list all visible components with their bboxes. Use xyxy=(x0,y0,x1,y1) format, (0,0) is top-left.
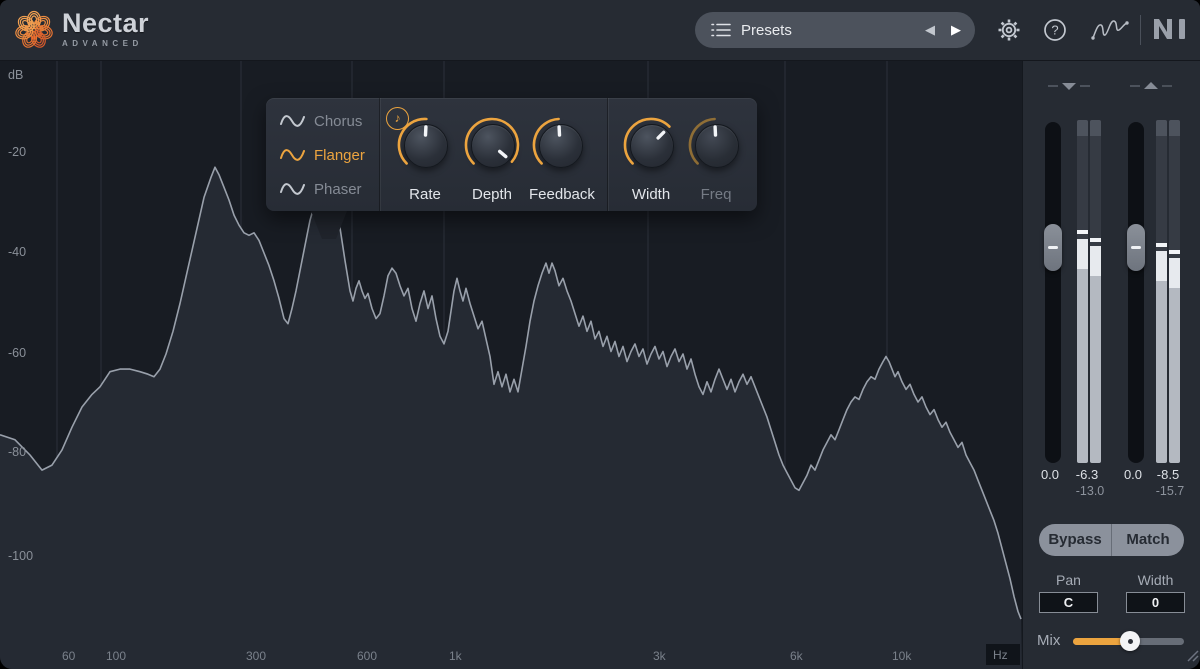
input-rms-readout: -13.0 xyxy=(1068,484,1112,498)
svg-text:?: ? xyxy=(1051,23,1058,38)
brand-subtitle: ADVANCED xyxy=(62,39,149,48)
svg-text:60: 60 xyxy=(62,649,76,663)
width-field[interactable]: 0 xyxy=(1126,592,1185,613)
input-peak-readout: -6.3 xyxy=(1068,467,1106,482)
knob-label: Feedback xyxy=(529,186,591,203)
knob-label: Rate xyxy=(394,186,456,203)
output-meter-left xyxy=(1156,120,1167,463)
pan-label: Pan xyxy=(1039,572,1098,588)
presets-dropdown[interactable]: Presets ◀ ▶ xyxy=(695,12,975,48)
input-gain-fader[interactable] xyxy=(1045,122,1061,463)
brand: Nectar ADVANCED xyxy=(62,9,149,48)
svg-text:-100: -100 xyxy=(8,549,33,563)
svg-text:6k: 6k xyxy=(790,649,804,663)
settings-gear-icon[interactable] xyxy=(997,18,1021,42)
svg-text:-40: -40 xyxy=(8,245,26,259)
knob-rate[interactable]: Rate xyxy=(394,114,456,210)
input-meter-right xyxy=(1090,120,1101,463)
svg-text:-60: -60 xyxy=(8,346,26,360)
output-gain-readout: 0.0 xyxy=(1115,467,1151,482)
brand-name: Nectar xyxy=(62,9,149,37)
preset-next-button[interactable]: ▶ xyxy=(943,12,969,48)
fader-thumb[interactable] xyxy=(1044,224,1062,271)
width-label: Width xyxy=(1126,572,1185,588)
svg-text:600: 600 xyxy=(357,649,377,663)
knob-depth[interactable]: Depth xyxy=(461,114,523,210)
topbar: Nectar ADVANCED Presets ◀ ▶ xyxy=(0,0,1200,61)
preset-list-icon xyxy=(711,22,731,38)
izotope-logo-icon[interactable] xyxy=(1090,16,1130,44)
bypass-match-group: Bypass Match xyxy=(1039,524,1184,556)
sine-wave-icon xyxy=(280,180,306,198)
knob-label: Depth xyxy=(461,186,523,203)
fader-thumb[interactable] xyxy=(1127,224,1145,271)
output-meter-right xyxy=(1169,120,1180,463)
input-gain-icon[interactable] xyxy=(1047,80,1091,92)
mix-slider-thumb[interactable] xyxy=(1120,631,1140,651)
sine-wave-icon xyxy=(280,112,306,130)
output-peak-readout: -8.5 xyxy=(1150,467,1186,482)
help-icon[interactable]: ? xyxy=(1043,18,1067,42)
input-gain-readout: 0.0 xyxy=(1032,467,1068,482)
nectar-plugin-window: Nectar ADVANCED Presets ◀ ▶ xyxy=(0,0,1200,669)
knob-freq[interactable]: Freq xyxy=(685,114,747,210)
output-rms-readout: -15.7 xyxy=(1148,484,1192,498)
preset-prev-button[interactable]: ◀ xyxy=(917,12,943,48)
mix-label: Mix xyxy=(1037,632,1060,649)
knob-label: Freq xyxy=(685,186,747,203)
module-tab-label: Phaser xyxy=(314,181,362,198)
svg-text:10k: 10k xyxy=(892,649,912,663)
meters-sidebar: 0.0 -6.3 -13.0 0.0 -8.5 -15.7 Bypass Mat… xyxy=(1022,60,1200,669)
panel-divider xyxy=(380,98,381,211)
output-gain-icon[interactable] xyxy=(1129,80,1173,92)
sine-wave-icon xyxy=(280,146,306,164)
input-meter-left xyxy=(1077,120,1088,463)
nectar-logo-icon xyxy=(12,8,56,52)
svg-text:3k: 3k xyxy=(653,649,667,663)
module-tab-label: Chorus xyxy=(314,113,362,130)
svg-text:Hz: Hz xyxy=(993,648,1008,662)
svg-text:dB: dB xyxy=(8,68,23,82)
flanger-module-panel: ChorusFlangerPhaser ♪ RateDepthFeedbackW… xyxy=(266,98,757,211)
svg-text:100: 100 xyxy=(106,649,126,663)
output-gain-fader[interactable] xyxy=(1128,122,1144,463)
knob-feedback[interactable]: Feedback xyxy=(529,114,591,210)
knob-label: Width xyxy=(620,186,682,203)
svg-text:-80: -80 xyxy=(8,445,26,459)
topbar-divider xyxy=(1140,15,1141,45)
native-instruments-logo-icon xyxy=(1152,18,1188,40)
svg-text:300: 300 xyxy=(246,649,266,663)
bypass-button[interactable]: Bypass xyxy=(1039,524,1111,556)
module-tab-phaser[interactable]: Phaser xyxy=(266,172,380,206)
module-tab-chorus[interactable]: Chorus xyxy=(266,104,380,138)
pan-field[interactable]: C xyxy=(1039,592,1098,613)
svg-text:1k: 1k xyxy=(449,649,463,663)
resize-handle-icon[interactable] xyxy=(1185,648,1199,662)
panel-divider xyxy=(608,98,609,211)
module-tab-label: Flanger xyxy=(314,147,365,164)
module-mode-list: Chorus Flanger Phaser xyxy=(266,104,380,206)
match-button[interactable]: Match xyxy=(1111,524,1184,556)
svg-text:-20: -20 xyxy=(8,145,26,159)
presets-label: Presets xyxy=(741,22,917,39)
knob-width[interactable]: Width xyxy=(620,114,682,210)
module-tab-flanger[interactable]: Flanger xyxy=(266,138,380,172)
